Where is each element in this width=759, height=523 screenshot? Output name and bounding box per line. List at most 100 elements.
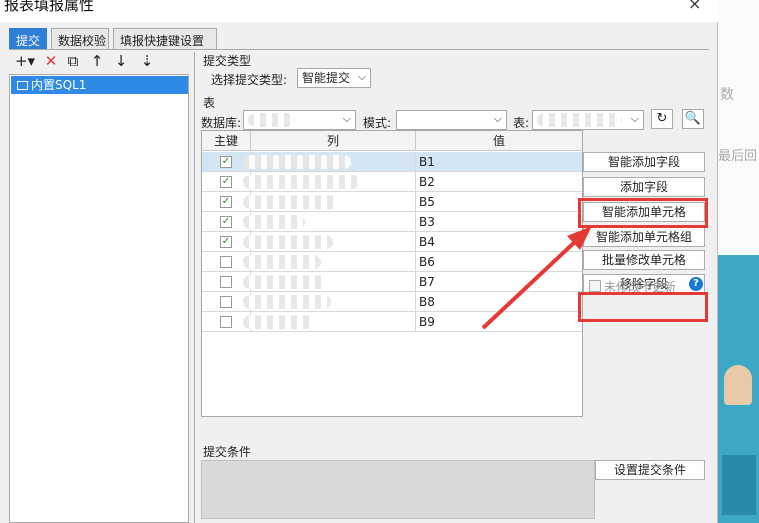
key-checkbox[interactable] xyxy=(220,256,232,268)
tab-divider xyxy=(9,49,709,50)
set-condition-button[interactable]: 设置提交条件 xyxy=(595,460,705,480)
column-cell[interactable] xyxy=(243,212,416,232)
column-cell[interactable] xyxy=(243,172,416,192)
background-image xyxy=(718,255,759,523)
submit-type-select[interactable]: 智能提交 ⌵ xyxy=(297,68,371,88)
redacted-value xyxy=(243,275,327,289)
delete-icon[interactable]: ✕ xyxy=(42,52,60,70)
column-cell[interactable] xyxy=(243,312,416,332)
redacted-value xyxy=(243,155,351,169)
value-cell[interactable]: B7 xyxy=(416,272,582,292)
redacted-value xyxy=(243,175,359,189)
sql-list: 内置SQL1 xyxy=(9,74,189,523)
decor-block xyxy=(722,455,756,515)
chevron-down-icon: ⌵ xyxy=(630,112,639,125)
value-cell[interactable]: B8 xyxy=(416,292,582,312)
redacted-value xyxy=(243,315,313,329)
value-cell[interactable]: B3 xyxy=(416,212,582,232)
help-icon[interactable]: ? xyxy=(689,277,703,291)
table-heading: 表 xyxy=(203,96,216,110)
table-row[interactable]: B6 xyxy=(202,252,582,272)
redacted-value xyxy=(243,255,321,269)
key-checkbox[interactable]: ✓ xyxy=(220,236,232,248)
key-checkbox[interactable]: ✓ xyxy=(220,176,232,188)
table-row[interactable]: B8 xyxy=(202,292,582,312)
smart-add-field-button[interactable]: 智能添加字段 xyxy=(583,152,705,172)
table-row[interactable]: ✓ B2 xyxy=(202,172,582,192)
column-cell[interactable] xyxy=(243,152,416,172)
background-window: 数 最后回 xyxy=(718,0,759,523)
key-checkbox[interactable]: ✓ xyxy=(220,156,232,168)
column-cell[interactable] xyxy=(243,192,416,212)
redacted-value xyxy=(537,113,622,127)
title-bar: 报表填报属性 × xyxy=(0,0,718,22)
tab-shortcut-settings[interactable]: 填报快捷键设置 xyxy=(113,28,217,50)
copy-icon[interactable]: ⧉ xyxy=(64,52,82,70)
add-field-button[interactable]: 添加字段 xyxy=(583,177,705,197)
list-item-label: 内置SQL1 xyxy=(31,78,87,92)
key-checkbox[interactable] xyxy=(220,276,232,288)
tab-submit[interactable]: 提交 xyxy=(9,28,47,50)
highlight-box xyxy=(578,198,708,228)
value-cell[interactable]: B6 xyxy=(416,252,582,272)
list-item[interactable]: 内置SQL1 xyxy=(11,76,188,94)
redacted-value xyxy=(243,215,305,229)
submit-type-label: 选择提交类型: xyxy=(211,73,288,87)
schema-label: 模式: xyxy=(363,116,392,130)
column-cell[interactable] xyxy=(243,272,416,292)
table-row[interactable]: B7 xyxy=(202,272,582,292)
value-cell[interactable]: B9 xyxy=(416,312,582,332)
key-checkbox[interactable]: ✓ xyxy=(220,196,232,208)
header-column: 列 xyxy=(251,131,416,151)
redacted-value xyxy=(243,235,333,249)
value-cell[interactable]: B4 xyxy=(416,232,582,252)
refresh-icon[interactable]: ↻ xyxy=(651,109,673,129)
database-label: 数据库: xyxy=(201,116,242,130)
chevron-down-icon: ⌵ xyxy=(493,112,502,125)
field-table: 主键 列 值 ✓ B1 ✓ B2 ✓ B5 ✓ B3 ✓ B4 B6 B7 B8 B9 xyxy=(201,130,583,417)
checkbox-box[interactable] xyxy=(589,280,601,292)
condition-area[interactable] xyxy=(201,460,595,519)
table-row[interactable]: ✓ B4 xyxy=(202,232,582,252)
batch-modify-cell-button[interactable]: 批量修改单元格 xyxy=(583,250,705,270)
database-select[interactable]: ⌵ xyxy=(243,110,356,130)
column-cell[interactable] xyxy=(243,292,416,312)
column-cell[interactable] xyxy=(243,232,416,252)
key-checkbox[interactable]: ✓ xyxy=(220,216,232,228)
splitter[interactable] xyxy=(194,52,195,523)
redacted-value xyxy=(248,113,294,127)
move-up-icon[interactable]: ↑ xyxy=(88,52,106,70)
table-row[interactable]: ✓ B3 xyxy=(202,212,582,232)
add-icon[interactable]: +▾ xyxy=(14,52,36,70)
tab-data-validation[interactable]: 数据校验 xyxy=(51,28,109,50)
header-key: 主键 xyxy=(202,131,251,151)
redacted-value xyxy=(243,295,331,309)
background-text: 数 xyxy=(720,87,734,103)
table-row[interactable]: ✓ B5 xyxy=(202,192,582,212)
value-cell[interactable]: B2 xyxy=(416,172,582,192)
preview-icon[interactable]: 🔍 xyxy=(682,109,704,129)
sort-icon[interactable]: ⇣ xyxy=(138,52,156,70)
table-row[interactable]: B9 xyxy=(202,312,582,332)
value-cell[interactable]: B1 xyxy=(416,152,582,172)
key-checkbox[interactable] xyxy=(220,296,232,308)
submit-type-heading: 提交类型 xyxy=(203,54,252,68)
person-image xyxy=(724,365,752,405)
redacted-value xyxy=(243,195,339,209)
table-label: 表: xyxy=(513,116,530,130)
table-select[interactable]: ⌵ xyxy=(532,110,644,130)
highlight-box xyxy=(578,292,708,322)
condition-heading: 提交条件 xyxy=(203,445,252,459)
smart-add-cell-group-button[interactable]: 智能添加单元格组 xyxy=(583,227,705,247)
table-header: 主键 列 值 xyxy=(202,131,582,151)
column-cell[interactable] xyxy=(243,252,416,272)
header-value: 值 xyxy=(492,134,505,148)
submit-type-value: 智能提交 xyxy=(302,71,351,85)
key-checkbox[interactable] xyxy=(220,316,232,328)
table-row[interactable]: ✓ B1 xyxy=(202,152,582,172)
value-cell[interactable]: B5 xyxy=(416,192,582,212)
window-title: 报表填报属性 xyxy=(4,0,95,14)
move-down-icon[interactable]: ↓ xyxy=(112,52,130,70)
schema-select[interactable]: ⌵ xyxy=(396,110,507,130)
close-icon[interactable]: × xyxy=(688,0,701,13)
